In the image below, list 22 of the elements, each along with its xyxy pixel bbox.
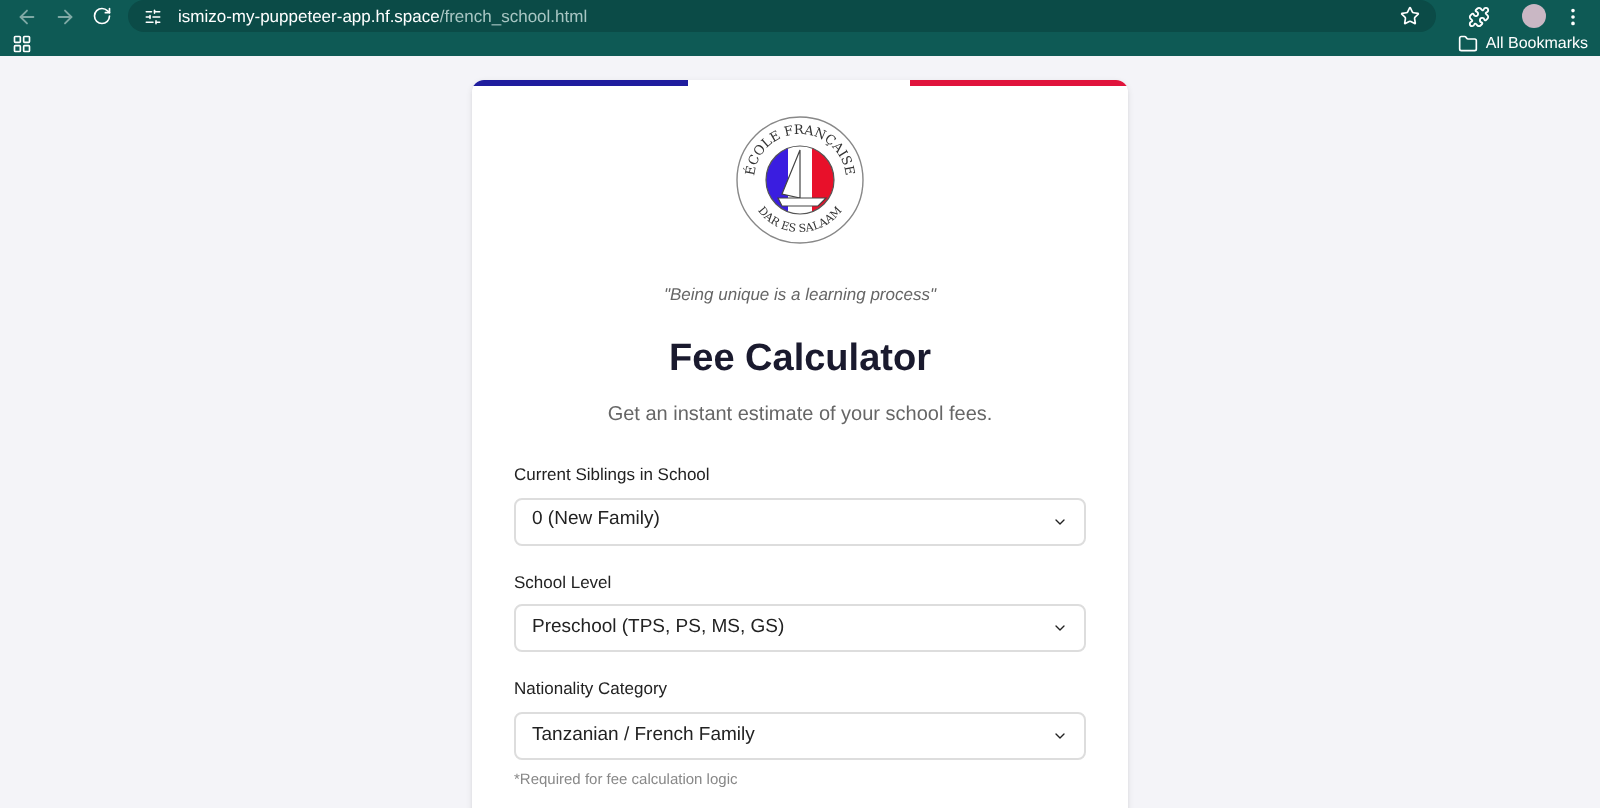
dropdown-field[interactable]: Tanzanian / French Family (514, 712, 1086, 760)
profile-avatar[interactable] (1522, 4, 1546, 28)
all-bookmarks-link[interactable]: All Bookmarks (1485, 32, 1588, 56)
reload-icon[interactable] (92, 6, 112, 26)
extensions-icon[interactable] (1468, 5, 1490, 27)
chevron-icon (1052, 728, 1068, 744)
field-label: Current Siblings in School (514, 461, 712, 487)
address-bar[interactable]: ismizo-my-puppeteer-app.hf.space/french_school.html (128, 0, 1436, 32)
page-title: Fee Calculator (667, 335, 933, 384)
field-label: School Level (514, 569, 614, 595)
quote-text: "Being unique is a learning process" (662, 282, 939, 308)
subtitle-text: Get an instant estimate of your school fees. (605, 401, 995, 430)
url-text: ismizo-my-puppeteer-app.hf.space/french_school.html (178, 3, 588, 29)
back-icon[interactable] (16, 5, 38, 27)
folder-icon[interactable] (1457, 34, 1478, 54)
forward-icon[interactable] (54, 5, 76, 27)
site-info-icon[interactable] (144, 7, 162, 25)
apps-icon[interactable] (12, 34, 32, 54)
field-label: Nationality Category (514, 676, 670, 702)
dropdown-field[interactable]: Preschool (TPS, PS, MS, GS) (514, 604, 1086, 653)
dropdown-field[interactable]: 0 (New Family) (514, 497, 1086, 545)
bookmark-star-icon[interactable] (1400, 6, 1420, 26)
